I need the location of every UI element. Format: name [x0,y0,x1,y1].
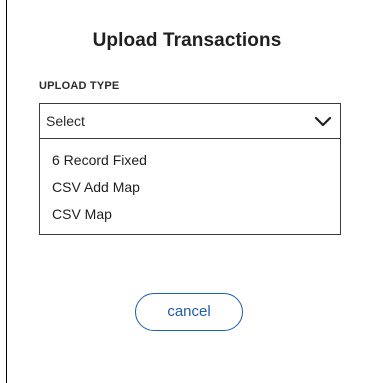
option-csv-map[interactable]: CSV Map [52,206,112,222]
upload-type-select[interactable]: Select [39,103,341,139]
option-6-record-fixed[interactable]: 6 Record Fixed [52,152,147,168]
upload-type-label: UPLOAD TYPE [39,80,120,92]
upload-transactions-dialog: Upload Transactions UPLOAD TYPE Select 6… [0,0,374,383]
upload-type-options-list: 6 Record Fixed CSV Add Map CSV Map [39,139,341,235]
dialog-title: Upload Transactions [92,30,282,51]
option-csv-add-map[interactable]: CSV Add Map [52,179,140,195]
select-current-value: Select [46,113,85,129]
chevron-down-icon [314,116,332,127]
cancel-button[interactable]: cancel [135,293,243,331]
window-edge-divider [6,0,7,383]
